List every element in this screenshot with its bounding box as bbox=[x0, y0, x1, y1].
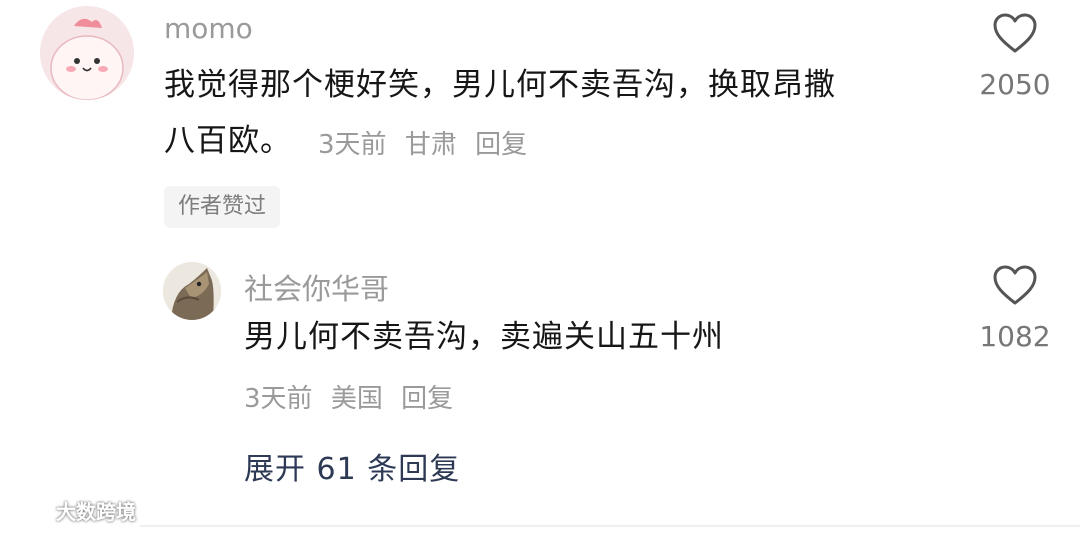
avatar-momo[interactable] bbox=[40, 6, 134, 100]
reply-username[interactable]: 社会你华哥 bbox=[244, 266, 389, 308]
author-liked-badge: 作者赞过 bbox=[164, 186, 281, 228]
comment-text-line2: 八百欧。 bbox=[164, 123, 292, 159]
reply-button[interactable]: 回复 bbox=[475, 130, 527, 160]
watermark-text: 大数跨境 bbox=[56, 500, 136, 524]
reply-like-count: 1082 bbox=[979, 320, 1051, 353]
like-count: 2050 bbox=[979, 68, 1051, 101]
heart-outline-icon bbox=[993, 13, 1037, 53]
comment-location: 甘肃 bbox=[404, 130, 457, 160]
watermark: 大数跨境 bbox=[10, 496, 136, 525]
comment-time: 3天前 bbox=[318, 130, 387, 160]
divider bbox=[140, 525, 1080, 527]
reply-location: 美国 bbox=[330, 384, 383, 414]
reply-like-button[interactable] bbox=[992, 264, 1038, 310]
like-button[interactable] bbox=[992, 12, 1038, 58]
expand-replies-button[interactable]: 展开 61 条回复 bbox=[244, 444, 460, 488]
reply-reply-button[interactable]: 回复 bbox=[401, 384, 453, 414]
reply-meta: 3天前 美国 回复 bbox=[244, 378, 463, 415]
watermark-logo-icon bbox=[10, 501, 47, 520]
reply-time: 3天前 bbox=[244, 384, 313, 414]
heart-outline-icon bbox=[993, 265, 1037, 305]
avatar-reply-user[interactable] bbox=[163, 262, 221, 320]
comment-text-line1: 我觉得那个梗好笑，男儿何不卖吾沟，换取昂撒 bbox=[164, 67, 836, 103]
comment-username[interactable]: momo bbox=[164, 12, 253, 45]
cat-photo-avatar-icon bbox=[163, 262, 221, 320]
comment-meta: 3天前 甘肃 回复 bbox=[318, 124, 537, 161]
reply-text: 男儿何不卖吾沟，卖遍关山五十州 bbox=[244, 319, 724, 355]
pink-mascot-avatar-icon bbox=[40, 6, 134, 100]
